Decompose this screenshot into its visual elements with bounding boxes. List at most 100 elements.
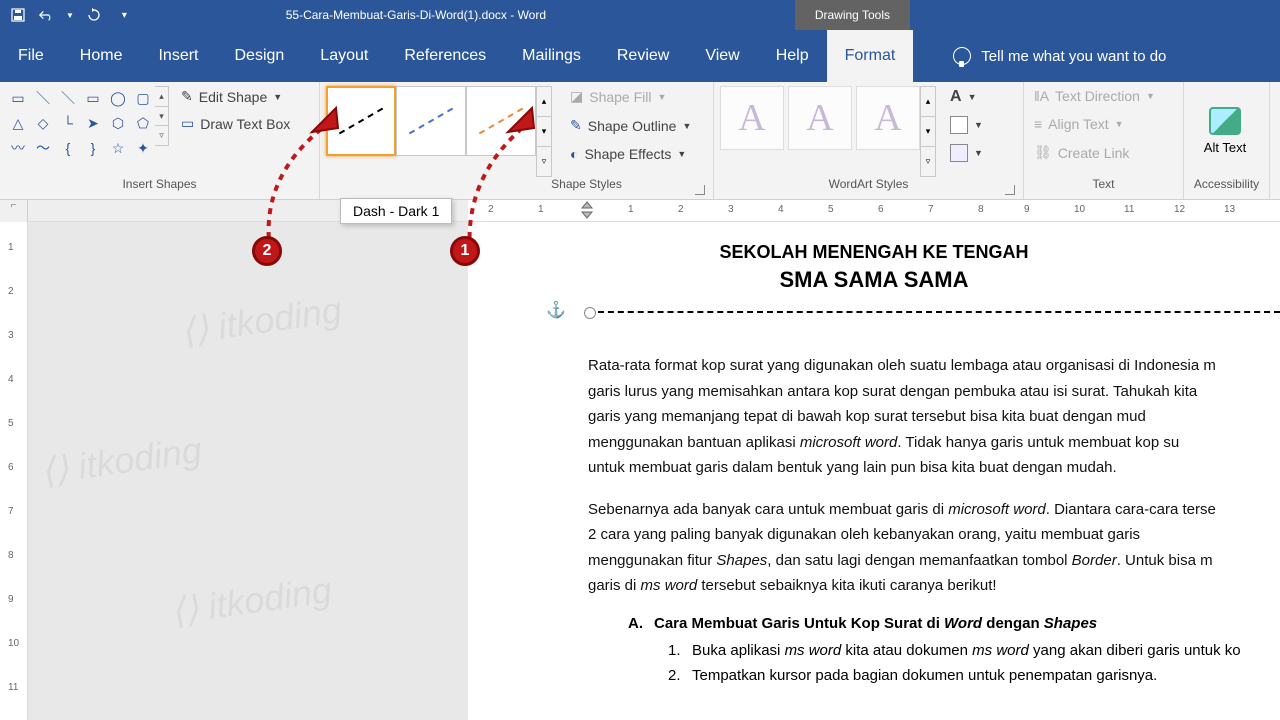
effects-icon: ◐ bbox=[570, 146, 578, 162]
wordart-more[interactable]: ▴▾▿ bbox=[920, 86, 936, 177]
shape-hexagon-icon[interactable]: ⬡ bbox=[106, 111, 130, 135]
undo-icon[interactable] bbox=[38, 7, 54, 23]
shapes-gallery[interactable]: ▭ ＼ ＼ ▭ ◯ ▢ △ ◇ └ ➤ ⬡ ⬠ 〰 〜 { } ☆ ✦ bbox=[6, 86, 155, 177]
alt-text-label: Alt Text bbox=[1204, 141, 1246, 155]
shape-arrow-icon[interactable]: ➤ bbox=[81, 111, 105, 135]
tab-insert[interactable]: Insert bbox=[140, 30, 216, 82]
ribbon-tabs: File Home Insert Design Layout Reference… bbox=[0, 30, 1280, 82]
ruler-tick: 13 bbox=[1224, 204, 1235, 215]
shapes-gallery-more[interactable]: ▴▾▿ bbox=[155, 86, 169, 146]
ruler-tick: 6 bbox=[878, 204, 884, 215]
list-item-1: 1.Buka aplikasi ms word kita atau dokume… bbox=[668, 638, 1280, 664]
text-direction-label: Text Direction bbox=[1055, 88, 1140, 104]
tab-mailings[interactable]: Mailings bbox=[504, 30, 599, 82]
tab-home[interactable]: Home bbox=[62, 30, 141, 82]
ruler-vertical[interactable]: 1 2 3 4 5 6 7 8 9 10 11 bbox=[0, 222, 28, 720]
tab-references[interactable]: References bbox=[386, 30, 504, 82]
shape-wave-icon[interactable]: 〜 bbox=[31, 136, 55, 160]
ruler-tick: 5 bbox=[828, 204, 834, 215]
title-bar: ▼ ▾ 55-Cara-Membuat-Garis-Di-Word(1).doc… bbox=[0, 0, 1280, 30]
text-effects-button[interactable]: ▼ bbox=[946, 142, 987, 164]
ruler-tick: 4 bbox=[778, 204, 784, 215]
shape-oval-icon[interactable]: ◯ bbox=[106, 86, 130, 110]
chevron-down-icon: ▼ bbox=[658, 92, 667, 102]
shape-effects-label: Shape Effects bbox=[584, 146, 671, 162]
shape-brace-l-icon[interactable]: { bbox=[56, 136, 80, 160]
dialog-launcher-icon[interactable] bbox=[695, 185, 705, 195]
align-text-button: ≡ Align Text▼ bbox=[1030, 114, 1159, 134]
dialog-launcher-icon[interactable] bbox=[1005, 185, 1015, 195]
tab-file[interactable]: File bbox=[0, 30, 62, 82]
qat-customize-icon[interactable]: ▾ bbox=[122, 10, 127, 21]
alt-text-button[interactable]: Alt Text bbox=[1190, 86, 1260, 177]
annotation-badge-1: 1 bbox=[450, 236, 480, 266]
tell-me-search[interactable]: Tell me what you want to do bbox=[913, 47, 1166, 65]
align-text-label: Align Text bbox=[1048, 116, 1108, 132]
edit-shape-button[interactable]: ✎ Edit Shape ▼ bbox=[177, 86, 294, 107]
shape-triangle-icon[interactable]: △ bbox=[6, 111, 30, 135]
page-gutter bbox=[28, 222, 468, 720]
ruler-tick: 4 bbox=[8, 374, 14, 385]
shape-pentagon-icon[interactable]: ⬠ bbox=[131, 111, 155, 135]
tab-review[interactable]: Review bbox=[599, 30, 687, 82]
ruler-tick: 8 bbox=[978, 204, 984, 215]
shape-line2-icon[interactable]: ＼ bbox=[56, 86, 80, 110]
tab-format[interactable]: Format bbox=[827, 30, 914, 82]
document-area: 1 2 3 4 5 6 7 8 9 10 11 SEKOLAH MENENGAH… bbox=[0, 222, 1280, 720]
group-text: ‖A Text Direction▼ ≡ Align Text▼ ⛓ Creat… bbox=[1024, 82, 1184, 199]
contextual-tab-drawing-tools: Drawing Tools bbox=[795, 0, 910, 30]
shape-brace-r-icon[interactable]: } bbox=[81, 136, 105, 160]
document-title: 55-Cara-Membuat-Garis-Di-Word(1).docx - … bbox=[137, 8, 795, 22]
indent-marker-icon[interactable] bbox=[580, 200, 594, 222]
pencil-outline-icon: ✎ bbox=[570, 117, 582, 134]
wordart-gallery[interactable]: A A A bbox=[720, 86, 920, 177]
wordart-style-1[interactable]: A bbox=[720, 86, 784, 150]
shape-star-icon[interactable]: ☆ bbox=[106, 136, 130, 160]
shape-fill-button[interactable]: ◪ Shape Fill ▼ bbox=[566, 86, 695, 107]
wordart-style-3[interactable]: A bbox=[856, 86, 920, 150]
ruler-horizontal[interactable]: ⌐ 2 1 1 2 3 4 5 6 7 8 9 10 11 12 13 bbox=[0, 200, 1280, 222]
group-label-shape-styles: Shape Styles bbox=[326, 177, 707, 199]
wordart-style-2[interactable]: A bbox=[788, 86, 852, 150]
paint-bucket-icon: ◪ bbox=[570, 88, 583, 105]
ruler-corner: ⌐ bbox=[0, 200, 28, 222]
ruler-tick: 10 bbox=[1074, 204, 1085, 215]
undo-dropdown-icon[interactable]: ▼ bbox=[66, 11, 74, 20]
shape-line-icon[interactable]: ＼ bbox=[31, 86, 55, 110]
ruler-tick: 5 bbox=[8, 418, 14, 429]
tab-layout[interactable]: Layout bbox=[302, 30, 386, 82]
doc-heading-2: SMA SAMA SAMA bbox=[588, 267, 1160, 293]
save-icon[interactable] bbox=[10, 7, 26, 23]
shape-star5-icon[interactable]: ✦ bbox=[131, 136, 155, 160]
tab-help[interactable]: Help bbox=[758, 30, 827, 82]
anchor-icon[interactable]: ⚓ bbox=[546, 300, 566, 320]
draw-text-box-button[interactable]: ▭ Draw Text Box bbox=[177, 113, 294, 134]
shape-textbox-icon[interactable]: ▭ bbox=[6, 86, 30, 110]
redo-icon[interactable] bbox=[86, 7, 102, 23]
text-direction-button: ‖A Text Direction▼ bbox=[1030, 86, 1159, 106]
shape-rounded-rect-icon[interactable]: ▢ bbox=[131, 86, 155, 110]
shape-effects-button[interactable]: ◐ Shape Effects ▼ bbox=[566, 144, 695, 164]
shape-style-dash-accent1[interactable] bbox=[396, 86, 466, 156]
shape-rect-icon[interactable]: ▭ bbox=[81, 86, 105, 110]
draw-text-box-label: Draw Text Box bbox=[200, 116, 290, 132]
quick-access-toolbar: ▼ ▾ bbox=[0, 7, 137, 23]
shape-elbow-icon[interactable]: └ bbox=[56, 111, 80, 135]
text-fill-button[interactable]: A▼ bbox=[946, 86, 987, 108]
dashed-line-shape[interactable] bbox=[588, 311, 1280, 313]
shape-outline-button[interactable]: ✎ Shape Outline ▼ bbox=[566, 115, 695, 136]
shape-diamond-icon[interactable]: ◇ bbox=[31, 111, 55, 135]
text-outline-button[interactable]: ▼ bbox=[946, 114, 987, 136]
group-insert-shapes: ▭ ＼ ＼ ▭ ◯ ▢ △ ◇ └ ➤ ⬡ ⬠ 〰 〜 { } ☆ ✦ ▴▾▿ bbox=[0, 82, 320, 199]
ruler-tick: 8 bbox=[8, 550, 14, 561]
tab-view[interactable]: View bbox=[687, 30, 757, 82]
tab-design[interactable]: Design bbox=[216, 30, 302, 82]
chevron-down-icon: ▼ bbox=[677, 149, 686, 159]
shape-curve-icon[interactable]: 〰 bbox=[6, 136, 30, 160]
group-accessibility: Alt Text Accessibility bbox=[1184, 82, 1270, 199]
ruler-tick: 7 bbox=[928, 204, 934, 215]
ruler-tick: 10 bbox=[8, 638, 19, 649]
create-link-label: Create Link bbox=[1058, 145, 1130, 161]
text-direction-icon: ‖A bbox=[1034, 88, 1049, 104]
page-content[interactable]: SEKOLAH MENENGAH KE TENGAH SMA SAMA SAMA… bbox=[468, 222, 1280, 720]
